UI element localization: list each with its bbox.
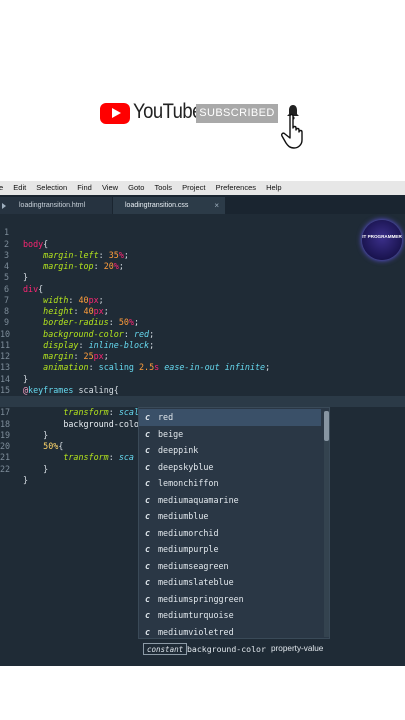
menu-selection[interactable]: Selection (36, 181, 67, 195)
code-line: 8 border-radius: 50%; (0, 295, 405, 327)
tab-html-file[interactable]: loadingtransition.html (0, 197, 112, 214)
constant-icon: c (145, 478, 151, 488)
constant-icon: c (145, 412, 151, 422)
autocomplete-item[interactable]: c mediumslateblue (139, 574, 321, 591)
subscribed-button[interactable]: SUBSCRIBED (196, 104, 278, 123)
code-line: 2 margin-left: 35%; (0, 227, 405, 260)
constant-icon: c (145, 527, 151, 538)
close-icon[interactable]: × (214, 197, 219, 214)
completion-kind-label: constant (143, 643, 188, 655)
code-line: 12 animation: scaling 2.5s ease-in-out i… (0, 340, 405, 372)
autocomplete-popup: c red c beige c deeppink c deepskyblue c lemo… (138, 407, 330, 639)
menu-goto[interactable]: Goto (128, 181, 144, 195)
constant-icon: c (145, 428, 151, 439)
autocomplete-item[interactable]: c mediumpurple (139, 541, 321, 558)
constant-icon: c (145, 593, 151, 604)
code-line: 16 transform: scale(0.2); (0, 385, 405, 417)
channel-logo-text: IT PROGRAMMER (362, 234, 402, 239)
menu-edit[interactable]: Edit (13, 181, 26, 195)
autocomplete-item[interactable]: c mediumspringgreen (139, 591, 321, 608)
autocomplete-item-label: deepskyblue (158, 461, 214, 472)
code-line: 9 background-color: red; (0, 306, 405, 338)
channel-logo: IT PROGRAMMER (362, 220, 402, 260)
autocomplete-item-label: mediumspringgreen (158, 593, 244, 604)
constant-icon: c (145, 560, 151, 571)
constant-icon: c (145, 445, 151, 455)
autocomplete-item-label: deeppink (158, 445, 199, 455)
code-line: 13 } (0, 351, 405, 383)
autocomplete-item-label: mediumturquoise (158, 610, 234, 620)
autocomplete-item[interactable]: c deepskyblue (139, 459, 321, 476)
autocomplete-item[interactable]: c lemonchiffon (139, 475, 321, 492)
tab-label: loadingtransition.css (125, 202, 189, 209)
autocomplete-item-label: lemonchiffon (158, 478, 219, 488)
code-line: 14 @keyframes scaling{ (0, 362, 405, 395)
autocomplete-item[interactable]: c mediumorchid (139, 525, 321, 542)
menu-help[interactable]: Help (266, 181, 281, 195)
autocomplete-item[interactable]: c mediumblue (139, 508, 321, 525)
autocomplete-item[interactable]: c beige (139, 426, 321, 443)
completion-type: property-value (271, 644, 324, 653)
menu-project[interactable]: Project (182, 181, 205, 195)
constant-icon: c (145, 610, 151, 620)
scrollbar-thumb[interactable] (324, 411, 329, 441)
code-line-current: 17 background-color: e (0, 396, 405, 429)
code-line: 3 margin-top: 20%; (0, 239, 405, 271)
code-text: } (23, 463, 49, 474)
code-text: } (23, 474, 29, 485)
constant-icon: c (145, 577, 151, 587)
youtube-subscribe-overlay: YouTube SUBSCRIBED (100, 100, 310, 150)
constant-icon: c (145, 494, 151, 505)
code-line: 11 margin: 25px; (0, 329, 405, 361)
autocomplete-item[interactable]: c mediumaquamarine (139, 492, 321, 509)
tab-css-file[interactable]: loadingtransition.css × (113, 197, 225, 214)
autocomplete-item[interactable]: c mediumseagreen (139, 558, 321, 575)
completion-property-name: background-color (187, 644, 266, 654)
autocomplete-item-label: beige (158, 428, 184, 439)
autocomplete-item[interactable]: c deeppink (139, 442, 321, 459)
code-line: 7 height: 40px; (0, 284, 405, 316)
code-line: 4 } (0, 250, 405, 282)
autocomplete-item-label: mediumpurple (158, 544, 219, 554)
constant-icon: c (145, 626, 151, 637)
autocomplete-item-label: mediumslateblue (158, 577, 234, 587)
code-line: 1 body{ (0, 216, 405, 248)
autocomplete-item-label: mediumaquamarine (158, 494, 239, 505)
autocomplete-item[interactable]: c red (139, 409, 321, 426)
autocomplete-item-label: mediumvioletred (158, 626, 234, 637)
youtube-play-icon (100, 103, 130, 124)
constant-icon: c (145, 511, 151, 521)
menu-bar: e Edit Selection Find View Goto Tools Pr… (0, 181, 405, 195)
autocomplete-item-label: mediumseagreen (158, 560, 229, 571)
autocomplete-item-label: red (158, 412, 174, 422)
menu-view[interactable]: View (102, 181, 118, 195)
code-line: 10 display: inline-block; (0, 317, 405, 350)
constant-icon: c (145, 461, 151, 472)
tab-label: loadingtransition.html (19, 202, 86, 209)
menu-tools[interactable]: Tools (155, 181, 173, 195)
menu-preferences[interactable]: Preferences (216, 181, 256, 195)
autocomplete-item-label: mediumorchid (158, 527, 219, 538)
code-line: 15 0%,100%{ (0, 374, 405, 406)
code-line: 6 width: 40px; (0, 272, 405, 305)
menu-find[interactable]: Find (77, 181, 92, 195)
autocomplete-item-label: mediumblue (158, 511, 209, 521)
menu-file[interactable]: e (0, 181, 3, 195)
line-number: 22 (0, 463, 11, 474)
autocomplete-item[interactable]: c mediumturquoise (139, 607, 321, 624)
autocomplete-item[interactable]: c mediumvioletred (139, 624, 321, 641)
youtube-wordmark: YouTube (133, 100, 202, 123)
tab-bar: loadingtransition.html loadingtransition… (0, 195, 405, 214)
autocomplete-scrollbar[interactable] (324, 411, 329, 637)
autocomplete-details: constant background-color property-value (138, 640, 330, 658)
chevron-right-icon[interactable] (2, 203, 6, 209)
code-line: 5 div{ (0, 261, 405, 293)
hand-pointer-icon (281, 113, 303, 149)
constant-icon: c (145, 544, 151, 554)
